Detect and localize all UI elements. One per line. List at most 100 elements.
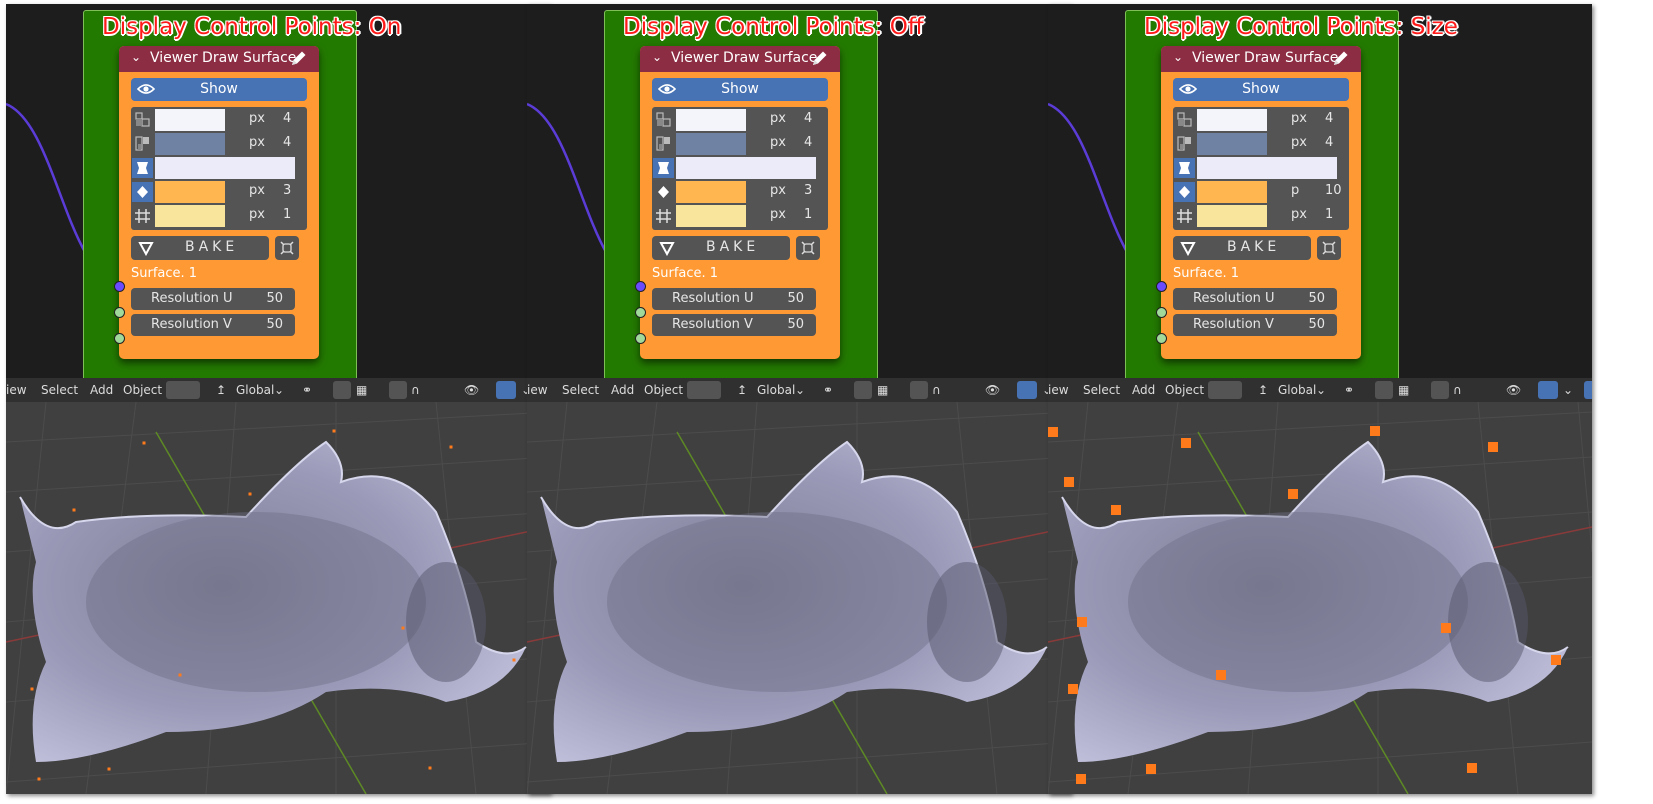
edge-split-icon[interactable] bbox=[653, 134, 674, 154]
value-field[interactable]: 3 bbox=[804, 183, 812, 198]
camera-button[interactable] bbox=[275, 236, 299, 260]
value-field[interactable]: 4 bbox=[283, 135, 291, 150]
value-field[interactable]: 4 bbox=[804, 135, 812, 150]
value-field[interactable]: 3 bbox=[283, 183, 291, 198]
vertex-color-swatch[interactable] bbox=[676, 181, 746, 203]
value-field[interactable]: 1 bbox=[804, 207, 812, 222]
mode-dropdown[interactable] bbox=[687, 381, 721, 399]
3d-viewport[interactable]: iew Select Add Object ↥ Global ⌄ ⚭ ▦ ∩ 👁… bbox=[6, 378, 550, 794]
face-icon[interactable] bbox=[653, 158, 674, 178]
object-menu[interactable]: Object bbox=[644, 383, 683, 397]
chevron-down-icon[interactable]: ⌄ bbox=[652, 50, 662, 64]
viewer-draw-surface-node[interactable]: ⌄ Viewer Draw Surface Show bbox=[119, 46, 319, 359]
face-color-row[interactable] bbox=[131, 156, 307, 180]
object-menu[interactable]: Object bbox=[123, 383, 162, 397]
edge-color-row[interactable]: px 4 bbox=[652, 108, 828, 132]
face-color-row[interactable] bbox=[652, 156, 828, 180]
chevron-down-icon[interactable]: ⌄ bbox=[274, 383, 284, 397]
edge-alt-color-swatch[interactable] bbox=[155, 133, 225, 155]
viewer-draw-surface-node[interactable]: ⌄ Viewer Draw Surface Show bbox=[1161, 46, 1361, 359]
pivot-icon[interactable]: ⚭ bbox=[1344, 383, 1354, 397]
edge-color-row[interactable]: px 4 bbox=[1173, 108, 1349, 132]
resolution-u-socket[interactable] bbox=[635, 307, 646, 318]
edge-alt-color-swatch[interactable] bbox=[676, 133, 746, 155]
grid-color-swatch[interactable] bbox=[1197, 205, 1267, 227]
surface-input-socket[interactable] bbox=[635, 281, 646, 292]
mode-dropdown[interactable] bbox=[1208, 381, 1242, 399]
mode-dropdown[interactable] bbox=[166, 381, 200, 399]
viewer-draw-surface-node[interactable]: ⌄ Viewer Draw Surface Show bbox=[640, 46, 840, 359]
surface-input-socket[interactable] bbox=[114, 281, 125, 292]
face-icon[interactable] bbox=[132, 158, 153, 178]
face-color-swatch[interactable] bbox=[676, 157, 816, 179]
bake-button[interactable]: BAKE bbox=[652, 236, 790, 260]
vertex-color-row[interactable]: px 3 bbox=[131, 180, 307, 204]
snap-toggle[interactable] bbox=[1375, 381, 1393, 399]
pencil-icon[interactable] bbox=[289, 48, 309, 68]
add-menu[interactable]: Add bbox=[611, 383, 634, 397]
snap-toggle[interactable] bbox=[333, 381, 351, 399]
edge-split-icon[interactable] bbox=[132, 134, 153, 154]
node-header[interactable]: ⌄ Viewer Draw Surface bbox=[1161, 46, 1361, 72]
orientation-icon[interactable]: ↥ bbox=[216, 383, 226, 397]
visibility-icon[interactable]: 👁 bbox=[985, 383, 1000, 397]
resolution-u-field[interactable]: Resolution U 50 bbox=[652, 288, 816, 310]
view-menu[interactable]: iew bbox=[6, 383, 27, 397]
show-button[interactable]: Show bbox=[1173, 78, 1349, 101]
3d-viewport[interactable]: iew Select Add Object ↥ Global ⌄ ⚭ ▦ ∩ 👁… bbox=[1048, 378, 1592, 794]
select-menu[interactable]: Select bbox=[562, 383, 599, 397]
vertex-icon[interactable] bbox=[653, 182, 674, 202]
resolution-v-field[interactable]: Resolution V 50 bbox=[131, 314, 295, 336]
chevron-down-icon[interactable]: ⌄ bbox=[795, 383, 805, 397]
value-field[interactable]: 4 bbox=[283, 111, 291, 126]
resolution-v-socket[interactable] bbox=[1156, 333, 1167, 344]
proportional-toggle[interactable] bbox=[389, 381, 407, 399]
resolution-u-field[interactable]: Resolution U 50 bbox=[1173, 288, 1337, 310]
vertex-color-row[interactable]: px 3 bbox=[652, 180, 828, 204]
snap-toggle[interactable] bbox=[854, 381, 872, 399]
edge-alt-color-row[interactable]: px 4 bbox=[1173, 132, 1349, 156]
vertex-icon[interactable] bbox=[132, 182, 153, 202]
edge-icon[interactable] bbox=[653, 110, 674, 130]
orientation-dropdown[interactable]: Global bbox=[1278, 383, 1316, 397]
resolution-v-field[interactable]: Resolution V 50 bbox=[1173, 314, 1337, 336]
pencil-icon[interactable] bbox=[810, 48, 830, 68]
gizmo-toggle[interactable] bbox=[1017, 381, 1037, 399]
snap-icon[interactable]: ▦ bbox=[1398, 383, 1409, 397]
pencil-icon[interactable] bbox=[1331, 48, 1351, 68]
grid-icon[interactable] bbox=[1174, 206, 1195, 226]
grid-color-row[interactable]: px 1 bbox=[652, 204, 828, 228]
orientation-icon[interactable]: ↥ bbox=[1258, 383, 1268, 397]
pivot-icon[interactable]: ⚭ bbox=[302, 383, 312, 397]
view-menu[interactable]: iew bbox=[527, 383, 548, 397]
visibility-icon[interactable]: 👁 bbox=[464, 383, 479, 397]
3d-viewport[interactable]: iew Select Add Object ↥ Global ⌄ ⚭ ▦ ∩ 👁… bbox=[527, 378, 1071, 794]
vertex-color-swatch[interactable] bbox=[155, 181, 225, 203]
add-menu[interactable]: Add bbox=[1132, 383, 1155, 397]
view-menu[interactable]: iew bbox=[1048, 383, 1069, 397]
chevron-down-icon[interactable]: ⌄ bbox=[131, 50, 141, 64]
falloff-icon[interactable]: ∩ bbox=[1453, 383, 1462, 397]
orientation-icon[interactable]: ↥ bbox=[737, 383, 747, 397]
camera-button[interactable] bbox=[1317, 236, 1341, 260]
node-header[interactable]: ⌄ Viewer Draw Surface bbox=[640, 46, 840, 72]
falloff-icon[interactable]: ∩ bbox=[932, 383, 941, 397]
edge-alt-color-row[interactable]: px 4 bbox=[652, 132, 828, 156]
resolution-v-socket[interactable] bbox=[635, 333, 646, 344]
show-button[interactable]: Show bbox=[652, 78, 828, 101]
value-field[interactable]: 4 bbox=[804, 111, 812, 126]
gizmo-toggle[interactable] bbox=[1538, 381, 1558, 399]
edge-color-swatch[interactable] bbox=[155, 109, 225, 131]
surface-input-socket[interactable] bbox=[1156, 281, 1167, 292]
snap-icon[interactable]: ▦ bbox=[356, 383, 367, 397]
edge-color-row[interactable]: px 4 bbox=[131, 108, 307, 132]
resolution-v-socket[interactable] bbox=[114, 333, 125, 344]
node-header[interactable]: ⌄ Viewer Draw Surface bbox=[119, 46, 319, 72]
edge-icon[interactable] bbox=[132, 110, 153, 130]
value-field[interactable]: 10 bbox=[1325, 183, 1342, 198]
grid-color-row[interactable]: px 1 bbox=[1173, 204, 1349, 228]
proportional-toggle[interactable] bbox=[910, 381, 928, 399]
face-icon[interactable] bbox=[1174, 158, 1195, 178]
resolution-v-field[interactable]: Resolution V 50 bbox=[652, 314, 816, 336]
object-menu[interactable]: Object bbox=[1165, 383, 1204, 397]
